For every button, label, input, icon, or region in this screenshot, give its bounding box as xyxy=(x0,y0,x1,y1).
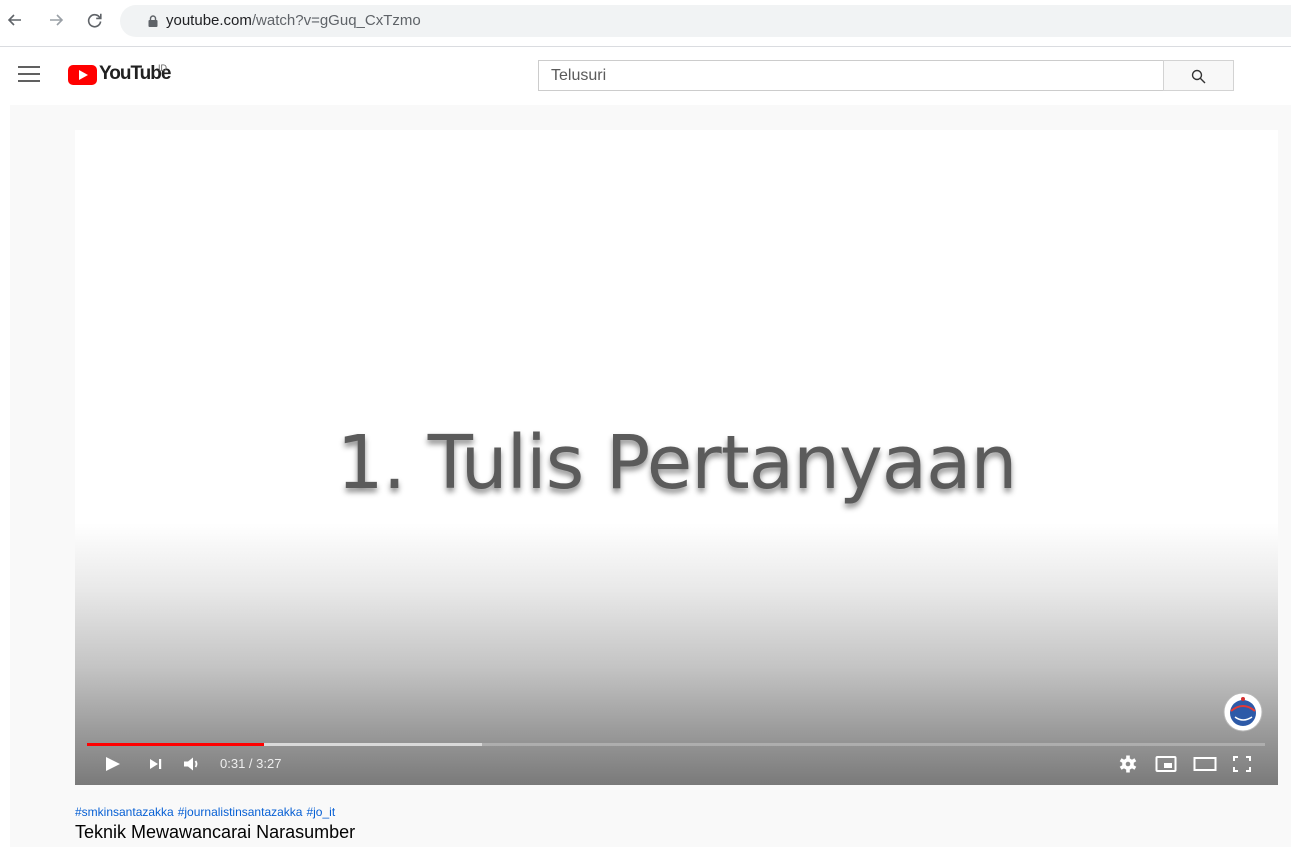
reload-button[interactable] xyxy=(83,8,107,32)
lock-icon xyxy=(148,15,158,27)
forward-button[interactable] xyxy=(44,8,68,32)
hashtag-link[interactable]: #journalistinsantazakka xyxy=(178,805,303,819)
country-code: ID xyxy=(158,63,167,73)
miniplayer-icon xyxy=(1155,756,1177,772)
youtube-header: YouTube ID xyxy=(0,47,1291,105)
arrow-right-icon xyxy=(50,14,64,26)
arrow-left-icon xyxy=(7,14,21,26)
video-title: Teknik Mewawancarai Narasumber xyxy=(75,822,356,842)
address-bar[interactable]: youtube.com/watch?v=gGuq_CxTzmo xyxy=(120,5,1291,37)
hashtag-link[interactable]: #jo_it xyxy=(306,805,335,819)
play-icon xyxy=(106,757,120,771)
channel-watermark-icon[interactable] xyxy=(1222,691,1264,733)
volume-icon xyxy=(184,757,198,771)
skip-next-icon xyxy=(150,759,162,769)
search-button[interactable] xyxy=(1163,60,1234,91)
volume-button[interactable] xyxy=(181,752,203,776)
duration: 3:27 xyxy=(256,756,282,771)
search-box xyxy=(538,60,1164,91)
play-logo-icon xyxy=(68,65,97,85)
video-frame-text: 1. Tulis Pertanyaan xyxy=(336,420,1018,506)
url-domain: youtube.com xyxy=(166,12,252,29)
theater-mode-button[interactable] xyxy=(1192,752,1218,776)
url-text: youtube.com/watch?v=gGuq_CxTzmo xyxy=(166,5,421,37)
browser-toolbar: youtube.com/watch?v=gGuq_CxTzmo xyxy=(0,0,1291,47)
fullscreen-icon xyxy=(1233,756,1251,772)
search-input[interactable] xyxy=(539,61,1163,90)
fullscreen-button[interactable] xyxy=(1231,752,1253,776)
theater-mode-icon xyxy=(1193,757,1217,771)
miniplayer-button[interactable] xyxy=(1154,752,1178,776)
back-button[interactable] xyxy=(3,8,27,32)
play-button[interactable] xyxy=(103,752,123,776)
hashtags: #smkinsantazakka #journalistinsantazakka #… xyxy=(75,805,339,819)
played-bar xyxy=(87,743,264,746)
gear-icon xyxy=(1119,755,1137,773)
next-button[interactable] xyxy=(147,752,165,776)
hashtag-link[interactable]: #smkinsantazakka xyxy=(75,805,174,819)
current-time: 0:31 xyxy=(220,756,246,771)
settings-button[interactable] xyxy=(1117,752,1139,776)
search-icon xyxy=(1191,69,1206,84)
time-display: 0:31 / 3:27 xyxy=(220,756,282,771)
video-player[interactable]: 1. Tulis Pertanyaan 0:31 / 3:27 xyxy=(75,130,1278,785)
hamburger-menu-icon[interactable] xyxy=(18,66,40,84)
reload-icon xyxy=(87,13,102,28)
url-path: /watch?v=gGuq_CxTzmo xyxy=(251,12,421,29)
progress-bar[interactable] xyxy=(87,743,1265,746)
